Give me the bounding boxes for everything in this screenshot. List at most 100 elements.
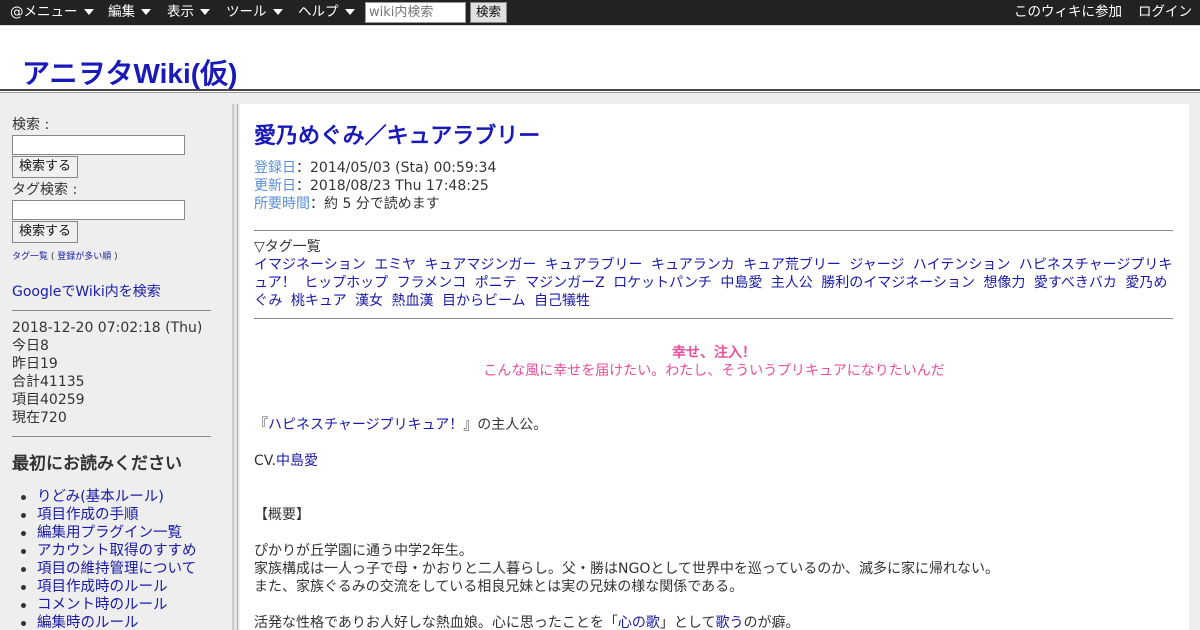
- login-link[interactable]: ログイン: [1138, 0, 1192, 25]
- paragraph: また、家族ぐるみの交流をしている相良兄妹とは実の兄妹の様な関係である。: [254, 579, 744, 595]
- wiki-search-input[interactable]: [365, 2, 466, 23]
- tag-link[interactable]: 想像力: [983, 275, 1025, 291]
- meta-registered: 登録日：2014/05/03 (Sta) 00:59:34: [254, 159, 1174, 177]
- tag-link[interactable]: 自己犠牲: [534, 293, 590, 309]
- read-first-link[interactable]: 編集用プラグイン一覧: [12, 524, 232, 542]
- wiki-search-button[interactable]: 検索: [470, 2, 507, 23]
- sidebar: 検索 : 検索する タグ検索 : 検索する タグ一覧 ( 登録が多い順 ) Go…: [0, 104, 232, 630]
- tag-link[interactable]: 目からビーム: [442, 293, 526, 309]
- menu-view[interactable]: 表示: [167, 0, 210, 25]
- tag-link[interactable]: 漢女: [355, 293, 383, 309]
- content-divider: [254, 318, 1173, 319]
- meta-value: ：2014/05/03 (Sta) 00:59:34: [296, 160, 497, 176]
- search-label: 検索 :: [12, 117, 50, 133]
- read-first-link[interactable]: アカウント取得のすすめ: [12, 542, 232, 560]
- heart-song-link[interactable]: 心の歌: [618, 615, 660, 630]
- menu-help[interactable]: ヘルプ: [298, 0, 355, 25]
- paragraph: ぴかりが丘学園に通う中学2年生。: [254, 543, 473, 559]
- read-first-heading: 最初にお読みください: [12, 454, 182, 474]
- text: 』の主人公。: [463, 417, 548, 433]
- google-search-link[interactable]: GoogleでWiki内を検索: [12, 281, 232, 301]
- join-wiki-link[interactable]: このウィキに参加: [1014, 0, 1122, 25]
- read-first-link[interactable]: 編集時のルール: [12, 614, 232, 630]
- menu-tools[interactable]: ツール: [226, 0, 283, 25]
- stat-label: 現在: [12, 410, 40, 426]
- tag-link[interactable]: ロケットパンチ: [613, 275, 712, 291]
- read-first-link[interactable]: 項目の維持管理について: [12, 560, 232, 578]
- menu-atmenu[interactable]: @メニュー: [10, 0, 94, 25]
- article-meta: 登録日：2014/05/03 (Sta) 00:59:34 更新日：2018/0…: [254, 159, 1174, 213]
- chevron-down-icon: [200, 9, 210, 15]
- stat-yesterday: 昨日19: [12, 355, 232, 373]
- chevron-down-icon: [344, 9, 355, 15]
- quote-line-2: こんな風に幸せを届けたい。わたし、そういうプリキュアになりたいんだ: [483, 363, 945, 379]
- tag-links: タグ一覧 ( 登録が多い順 ): [12, 249, 232, 262]
- stat-value: 19: [40, 356, 58, 372]
- tag-link[interactable]: ジャージ: [849, 257, 904, 273]
- text: CV.: [254, 453, 276, 469]
- overview-heading: 【概要】: [254, 507, 310, 523]
- tag-link[interactable]: キュアマジンガー: [425, 257, 537, 273]
- chevron-down-icon: [272, 9, 283, 15]
- text: 『: [254, 417, 268, 433]
- site-header: アニヲタWiki(仮): [0, 25, 1200, 91]
- stat-total: 合計41135: [12, 373, 232, 391]
- tag-link[interactable]: 中島愛: [720, 275, 762, 291]
- sidebar-search-input[interactable]: [12, 135, 185, 155]
- tag-link[interactable]: エミヤ: [374, 257, 416, 273]
- sidebar-search-button[interactable]: 検索する: [12, 156, 79, 178]
- tag-link[interactable]: 愛すべきバカ: [1034, 275, 1117, 291]
- page-title[interactable]: 愛乃めぐみ／キュアラブリー: [254, 118, 1174, 150]
- character-quote: 幸せ、注入！ こんな風に幸せを届けたい。わたし、そういうプリキュアになりたいんだ: [254, 344, 1174, 380]
- meta-key: 登録日: [254, 160, 296, 176]
- tag-link[interactable]: ヒップホップ: [304, 275, 388, 291]
- text: のが癖。: [743, 615, 800, 630]
- tag-popular-link[interactable]: 登録が多い順: [57, 252, 111, 262]
- header-divider: [0, 89, 1200, 93]
- tag-search-button[interactable]: 検索する: [12, 221, 79, 243]
- meta-value: ：2018/08/23 Thu 17:48:25: [296, 178, 489, 194]
- stat-value: 41135: [40, 374, 85, 390]
- stat-value: 40259: [40, 392, 85, 408]
- intro-paragraph: 『ハピネスチャージプリキュア！』の主人公。: [254, 416, 1174, 434]
- tag-link[interactable]: 勝利のイマジネーション: [821, 275, 975, 291]
- tag-link[interactable]: イマジネーション: [254, 257, 366, 273]
- meta-key: 所要時間: [254, 196, 310, 212]
- meta-key: 更新日: [254, 178, 296, 194]
- read-first-link[interactable]: 項目作成時のルール: [12, 578, 232, 596]
- tag-link[interactable]: 熱血漢: [392, 293, 434, 309]
- tag-link[interactable]: キュアランカ: [651, 257, 735, 273]
- site-title[interactable]: アニヲタWiki(仮): [22, 52, 237, 92]
- tag-link[interactable]: 桃キュア: [291, 293, 347, 309]
- article-content: 愛乃めぐみ／キュアラブリー 登録日：2014/05/03 (Sta) 00:59…: [240, 104, 1189, 630]
- series-link[interactable]: ハピネスチャージプリキュア！: [268, 417, 463, 433]
- tag-link[interactable]: ポニテ: [475, 275, 517, 291]
- read-first-link[interactable]: りどみ(基本ルール): [12, 488, 232, 506]
- tag-search-input[interactable]: [12, 200, 185, 220]
- meta-updated: 更新日：2018/08/23 Thu 17:48:25: [254, 177, 1174, 195]
- tag-link[interactable]: フラメンコ: [397, 275, 467, 291]
- paren-open: (: [50, 252, 55, 262]
- sing-link[interactable]: 歌う: [715, 615, 743, 630]
- tag-link[interactable]: マジンガーZ: [525, 275, 605, 291]
- sidebar-divider: [12, 310, 211, 311]
- tag-link[interactable]: キュアラブリー: [545, 257, 643, 273]
- voice-actor-link[interactable]: 中島愛: [276, 453, 318, 469]
- paren-close: ): [114, 252, 118, 262]
- read-first-link[interactable]: コメント時のルール: [12, 596, 232, 614]
- top-menu-bar: @メニュー 編集 表示 ツール ヘルプ 検索 このウィキに参加 ログイン: [0, 0, 1200, 25]
- content-divider: [254, 230, 1173, 231]
- tag-link[interactable]: 主人公: [771, 275, 813, 291]
- tags-heading[interactable]: ▽タグ一覧: [254, 238, 1174, 256]
- stat-label: 合計: [12, 374, 40, 390]
- tag-list-link[interactable]: タグ一覧: [12, 252, 48, 262]
- tag-link[interactable]: ハイテンション: [913, 257, 1010, 273]
- meta-reading-time: 所要時間：約 5 分で読めます: [254, 195, 1174, 213]
- stat-value: 8: [40, 338, 49, 354]
- menu-edit[interactable]: 編集: [108, 0, 151, 25]
- read-first-link[interactable]: 項目作成の手順: [12, 506, 232, 524]
- tag-link[interactable]: キュア荒ブリー: [743, 257, 841, 273]
- chevron-down-icon: [141, 9, 151, 15]
- stat-label: 今日: [12, 338, 40, 354]
- tag-list: イマジネーション エミヤ キュアマジンガー キュアラブリー キュアランカ キュア…: [254, 256, 1173, 310]
